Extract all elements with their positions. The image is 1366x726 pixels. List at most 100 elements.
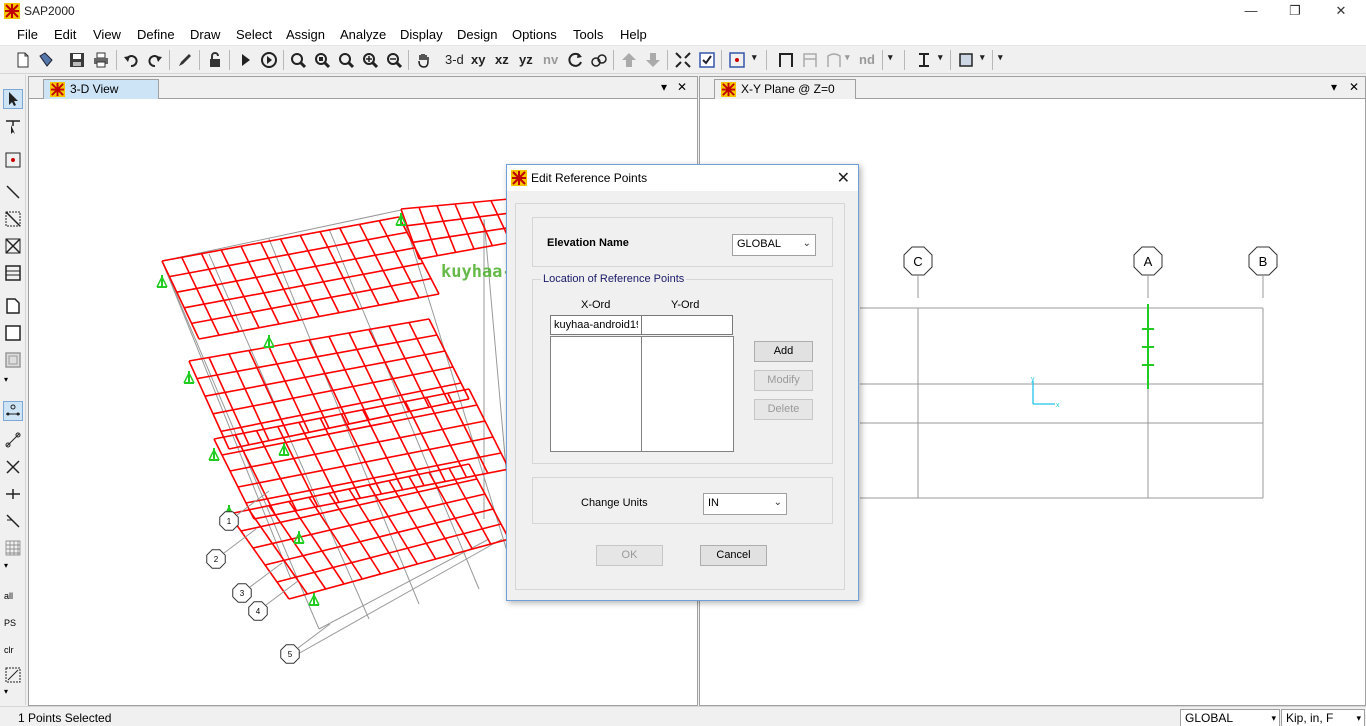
quick-draw-area-tool[interactable] bbox=[3, 350, 23, 370]
redo-button[interactable] bbox=[144, 49, 166, 71]
menu-select[interactable]: Select bbox=[236, 27, 272, 42]
ok-button[interactable]: OK bbox=[596, 545, 663, 566]
menu-edit[interactable]: Edit bbox=[54, 27, 76, 42]
view-nv-button[interactable]: nv bbox=[543, 52, 558, 67]
units-select[interactable]: IN ⌄ bbox=[703, 493, 787, 515]
menu-assign[interactable]: Assign bbox=[286, 27, 325, 42]
zoom-out-button[interactable] bbox=[383, 49, 405, 71]
object-shrink-button[interactable] bbox=[672, 49, 694, 71]
chevron-down-icon[interactable]: ▾ bbox=[888, 52, 893, 63]
panel-close-button[interactable]: ✕ bbox=[1349, 80, 1359, 94]
maximize-button[interactable]: ❐ bbox=[1272, 0, 1318, 22]
elevation-name-select[interactable]: GLOBAL ⌄ bbox=[732, 234, 816, 256]
panel-dropdown-button[interactable]: ▾ bbox=[661, 80, 667, 94]
clear-selection-button[interactable]: clr bbox=[4, 645, 14, 655]
zoom-in-button[interactable] bbox=[359, 49, 381, 71]
story-bubble[interactable]: 1 bbox=[219, 511, 239, 531]
menu-view[interactable]: View bbox=[93, 27, 121, 42]
menu-file[interactable]: File bbox=[17, 27, 38, 42]
story-bubble[interactable]: 3 bbox=[232, 583, 252, 603]
quick-draw-frame-tool[interactable] bbox=[3, 209, 23, 229]
story-bubble[interactable]: 5 bbox=[280, 644, 300, 664]
x-ord-input[interactable] bbox=[550, 315, 642, 335]
snap-to-intersections-tool[interactable] bbox=[3, 457, 23, 477]
show-selection-only-button[interactable] bbox=[3, 665, 23, 685]
story-bubble[interactable]: 4 bbox=[248, 601, 268, 621]
chevron-down-icon[interactable]: ▾ bbox=[938, 52, 943, 63]
menu-help[interactable]: Help bbox=[620, 27, 647, 42]
set-display-options-button[interactable] bbox=[696, 49, 718, 71]
snap-to-ends-tool[interactable] bbox=[3, 430, 23, 450]
view-nd-button[interactable]: nd bbox=[859, 52, 875, 67]
chevron-down-icon[interactable]: ▾ bbox=[4, 375, 8, 384]
zoom-window-button[interactable] bbox=[287, 49, 309, 71]
draw-poly-area-tool[interactable] bbox=[3, 296, 23, 316]
print-button[interactable] bbox=[90, 49, 112, 71]
reference-points-list[interactable] bbox=[550, 336, 734, 452]
menu-design[interactable]: Design bbox=[457, 27, 497, 42]
coordinate-system-select[interactable]: GLOBAL ▾ bbox=[1180, 709, 1280, 726]
close-window-button[interactable]: ✕ bbox=[1318, 0, 1364, 22]
open-model-button[interactable] bbox=[35, 49, 57, 71]
chevron-down-icon[interactable]: ▾ bbox=[998, 52, 1003, 63]
move-up-button[interactable] bbox=[618, 49, 640, 71]
y-ord-input[interactable] bbox=[641, 315, 733, 335]
units-status-select[interactable]: Kip, in, F ▾ bbox=[1281, 709, 1365, 726]
view-xz-button[interactable]: xz bbox=[495, 52, 509, 67]
move-down-button[interactable] bbox=[642, 49, 664, 71]
get-previous-selection-button[interactable]: PS bbox=[4, 618, 16, 628]
snap-fine-grid-tool[interactable] bbox=[3, 538, 23, 558]
menu-analyze[interactable]: Analyze bbox=[340, 27, 386, 42]
draw-joint-tool[interactable] bbox=[3, 150, 23, 170]
frame-shape-button[interactable] bbox=[799, 49, 821, 71]
quick-draw-braces-tool[interactable] bbox=[3, 236, 23, 256]
area-display-button[interactable] bbox=[955, 49, 977, 71]
add-button[interactable]: Add bbox=[754, 341, 813, 362]
perspective-toggle-button[interactable] bbox=[588, 49, 610, 71]
section-cut-button[interactable] bbox=[913, 49, 935, 71]
minimize-button[interactable]: — bbox=[1228, 0, 1274, 22]
snap-lines-tool[interactable] bbox=[3, 511, 23, 531]
menu-draw[interactable]: Draw bbox=[190, 27, 220, 42]
chevron-down-icon[interactable]: ▾ bbox=[752, 52, 757, 63]
pointer-tool[interactable] bbox=[3, 89, 23, 109]
view-xy-button[interactable]: xy bbox=[471, 52, 485, 67]
selected-joints[interactable] bbox=[1142, 304, 1154, 389]
modify-button[interactable]: Modify bbox=[754, 370, 813, 391]
chevron-down-icon[interactable]: ▾ bbox=[845, 52, 850, 63]
display-options-dropdown[interactable] bbox=[726, 49, 748, 71]
draw-rectangular-area-tool[interactable] bbox=[3, 323, 23, 343]
delete-button[interactable]: Delete bbox=[754, 399, 813, 420]
draw-frame-tool[interactable] bbox=[3, 182, 23, 202]
run-analysis-button[interactable] bbox=[234, 49, 256, 71]
zoom-previous-button[interactable] bbox=[335, 49, 357, 71]
frame-display-button[interactable] bbox=[775, 49, 797, 71]
pan-button[interactable] bbox=[413, 49, 435, 71]
grid-bubble-b[interactable]: B bbox=[1248, 246, 1278, 276]
snap-perpendicular-tool[interactable] bbox=[3, 484, 23, 504]
chevron-down-icon[interactable]: ▾ bbox=[4, 561, 8, 570]
panel-dropdown-button[interactable]: ▾ bbox=[1331, 80, 1337, 94]
interactive-edit-button[interactable] bbox=[174, 49, 196, 71]
tab-3d-view[interactable]: 3-D View bbox=[43, 79, 159, 99]
lock-model-button[interactable] bbox=[204, 49, 226, 71]
quick-draw-secondary-beams-tool[interactable] bbox=[3, 263, 23, 283]
chevron-down-icon[interactable]: ▾ bbox=[4, 687, 8, 696]
view-yz-button[interactable]: yz bbox=[519, 52, 533, 67]
snap-to-points-tool[interactable] bbox=[3, 401, 23, 421]
deformed-shape-button[interactable] bbox=[823, 49, 845, 71]
grid-bubble-a[interactable]: A bbox=[1133, 246, 1163, 276]
story-bubble[interactable]: 2 bbox=[206, 549, 226, 569]
new-model-button[interactable] bbox=[12, 49, 34, 71]
select-all-button[interactable]: all bbox=[4, 591, 13, 601]
menu-define[interactable]: Define bbox=[137, 27, 175, 42]
cancel-button[interactable]: Cancel bbox=[700, 545, 767, 566]
run-now-button[interactable] bbox=[258, 49, 280, 71]
menu-options[interactable]: Options bbox=[512, 27, 557, 42]
chevron-down-icon[interactable]: ▾ bbox=[980, 52, 985, 63]
menu-tools[interactable]: Tools bbox=[573, 27, 603, 42]
dialog-close-button[interactable]: ✕ bbox=[837, 168, 850, 188]
tab-xy-plane[interactable]: X-Y Plane @ Z=0 bbox=[714, 79, 856, 99]
panel-close-button[interactable]: ✕ bbox=[677, 80, 687, 94]
view-3d-button[interactable]: 3-d bbox=[445, 52, 464, 67]
